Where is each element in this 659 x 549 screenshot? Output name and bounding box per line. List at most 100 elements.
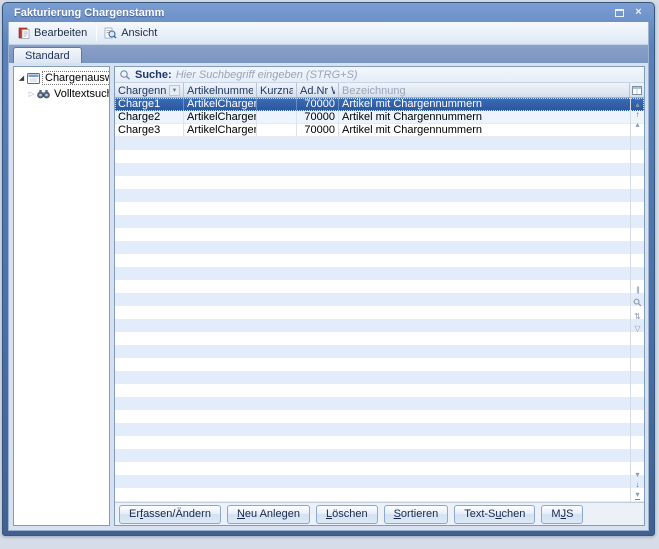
ansicht-label: Ansicht: [121, 27, 157, 39]
button-label: Er: [129, 508, 140, 520]
grid-rows: Charge1 ArtikelChargennummer 70000 Artik…: [115, 98, 644, 502]
window-title: Fakturierung Chargenstamm: [14, 7, 164, 19]
button-accesskey: N: [237, 508, 245, 520]
cell-bezeichnung: Artikel mit Chargennummern: [339, 111, 644, 124]
app-window: Fakturierung Chargenstamm × Bearbeiten: [2, 2, 655, 536]
scroll-strip-middle: ||| ⇅ ▽: [631, 286, 644, 333]
scroll-down-icon[interactable]: ↓: [636, 480, 640, 489]
column-header-artikelnummer[interactable]: Artikelnummer: [184, 83, 257, 97]
scroll-last-row-icon[interactable]: ▾: [635, 490, 639, 500]
column-header-label: Kurzname: [260, 85, 293, 97]
window-body: Bearbeiten Ansicht Standard ◢: [8, 22, 649, 531]
search-icon: [119, 69, 131, 81]
grid-header: Chargennummer ▼ Artikelnummer Kurzname A…: [115, 83, 644, 98]
magnifier-glyph: [633, 298, 642, 307]
cell-artikelnummer: ArtikelChargennummer: [184, 111, 257, 124]
button-label: M: [551, 508, 560, 520]
table-row[interactable]: Charge1 ArtikelChargennummer 70000 Artik…: [115, 98, 644, 111]
erfassen-aendern-button[interactable]: Erfassen/Ändern: [119, 505, 221, 524]
column-header-label: Artikelnummer: [187, 85, 253, 97]
expand-arrow-icon[interactable]: ▷: [27, 90, 36, 99]
button-label: eu Anlegen: [245, 508, 300, 520]
close-icon[interactable]: ×: [632, 7, 645, 19]
ansicht-button[interactable]: Ansicht: [100, 25, 163, 41]
tab-standard[interactable]: Standard: [13, 47, 82, 63]
bearbeiten-button[interactable]: Bearbeiten: [14, 25, 93, 41]
column-header-bezeichnung[interactable]: Bezeichnung: [339, 83, 629, 97]
tab-strip: Standard: [9, 45, 648, 63]
button-label: öschen: [332, 508, 367, 520]
button-label: S: [566, 508, 573, 520]
button-label: assen/Ändern: [143, 508, 211, 520]
grid-scroll-strip: ▴ ↑ ▴ ||| ⇅: [630, 98, 644, 502]
cell-adnr-we: 70000: [297, 111, 339, 124]
scroll-strip-bottom: ▾ ↓ ▾: [631, 470, 644, 500]
neu-anlegen-button[interactable]: Neu Anlegen: [227, 505, 310, 524]
button-label: Text-S: [464, 508, 495, 520]
column-chooser-icon: [632, 86, 642, 95]
cell-adnr-we: 70000: [297, 98, 339, 111]
cell-bezeichnung: Artikel mit Chargennummern: [339, 98, 644, 111]
edit-note-icon: [18, 27, 30, 39]
button-accesskey: S: [394, 508, 401, 520]
collapse-arrow-icon[interactable]: ◢: [17, 74, 26, 83]
swap-rows-icon[interactable]: ⇅: [634, 312, 641, 321]
tree-item-label: Volltextsuche: [52, 88, 110, 100]
empty-rows-stripes: [115, 137, 644, 502]
navigation-tree: ◢ Chargenauswahl ▷: [13, 66, 110, 526]
cell-kurzname: [257, 111, 297, 124]
tree-item-volltextsuche[interactable]: ▷ Volltextsuche: [14, 86, 109, 102]
toolbar-separator: [96, 26, 97, 41]
scroll-up-icon[interactable]: ↑: [636, 110, 640, 119]
column-header-label: Bezeichnung: [342, 85, 626, 97]
scroll-first-row-icon[interactable]: ▴: [635, 99, 639, 109]
cell-kurzname: [257, 98, 297, 111]
tree-item-label: Chargenauswahl: [42, 71, 110, 85]
column-header-label: Chargennummer: [118, 85, 167, 97]
sortieren-button[interactable]: Sortieren: [384, 505, 449, 524]
action-button-bar: Erfassen/Ändern Neu Anlegen Löschen Sort…: [115, 502, 644, 525]
sort-descending-icon[interactable]: ▼: [169, 85, 180, 96]
view-magnifier-icon: [104, 27, 117, 39]
cell-chargennummer: Charge3: [115, 124, 184, 137]
titlebar[interactable]: Fakturierung Chargenstamm ×: [8, 3, 649, 22]
table-row[interactable]: Charge2 ArtikelChargennummer 70000 Artik…: [115, 111, 644, 124]
next-row-icon[interactable]: ▾: [635, 470, 639, 479]
data-grid: Suche: Chargennummer ▼ Artikelnummer Kur…: [114, 66, 645, 526]
fixed-rows-icon[interactable]: |||: [636, 286, 638, 295]
column-header-adnr-we[interactable]: Ad.Nr WE: [297, 83, 339, 97]
cell-artikelnummer: ArtikelChargennummer: [184, 124, 257, 137]
loeschen-button[interactable]: Löschen: [316, 505, 378, 524]
cell-bezeichnung: Artikel mit Chargennummern: [339, 124, 644, 137]
content-area: ◢ Chargenauswahl ▷: [9, 63, 648, 530]
maximize-glyph: [615, 9, 624, 17]
scroll-strip-top: ▴ ↑ ▴: [631, 99, 644, 129]
search-input[interactable]: [176, 68, 644, 82]
table-row[interactable]: Charge3 ArtikelChargennummer 70000 Artik…: [115, 124, 644, 137]
text-suchen-button[interactable]: Text-Suchen: [454, 505, 535, 524]
bearbeiten-label: Bearbeiten: [34, 27, 87, 39]
maximize-icon[interactable]: [613, 7, 626, 19]
cell-artikelnummer: ArtikelChargennummer: [184, 98, 257, 111]
cell-adnr-we: 70000: [297, 124, 339, 137]
cell-chargennummer: Charge2: [115, 111, 184, 124]
filter-icon[interactable]: ▽: [634, 324, 640, 333]
find-icon[interactable]: [633, 298, 642, 309]
mjs-button[interactable]: MJS: [541, 505, 583, 524]
column-header-kurzname[interactable]: Kurzname: [257, 83, 297, 97]
toolbar: Bearbeiten Ansicht: [9, 22, 648, 45]
column-chooser-button[interactable]: [629, 83, 644, 97]
search-bar: Suche:: [115, 67, 644, 83]
previous-row-icon[interactable]: ▴: [635, 120, 639, 129]
search-label: Suche:: [135, 69, 172, 81]
tree-item-chargenauswahl[interactable]: ◢ Chargenauswahl: [14, 70, 109, 86]
column-header-chargennummer[interactable]: Chargennummer ▼: [115, 83, 184, 97]
window-controls: ×: [613, 7, 645, 19]
cell-chargennummer: Charge1: [115, 98, 184, 111]
button-label: ortieren: [401, 508, 438, 520]
binoculars-icon: [37, 89, 50, 99]
cell-kurzname: [257, 124, 297, 137]
button-label: chen: [502, 508, 526, 520]
form-list-icon: [27, 73, 40, 84]
column-header-label: Ad.Nr WE: [300, 85, 335, 97]
